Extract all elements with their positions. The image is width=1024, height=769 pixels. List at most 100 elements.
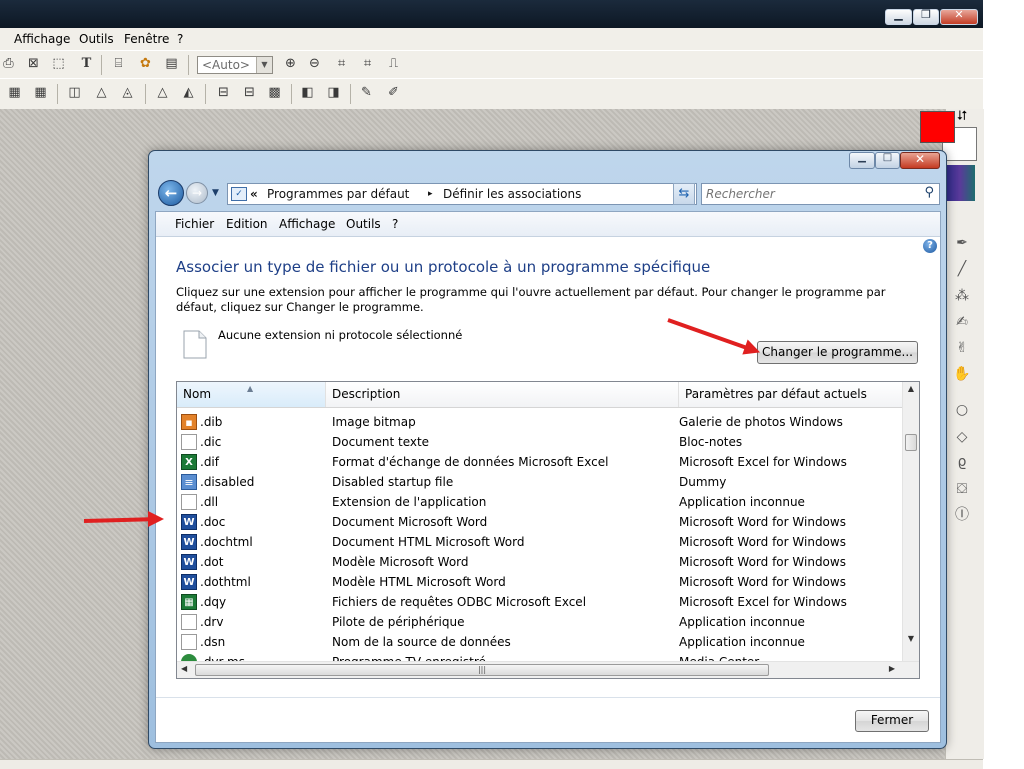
fit-window-icon[interactable]: ⌗ bbox=[333, 56, 350, 72]
hand-icon[interactable]: ✋ bbox=[952, 365, 972, 383]
back-button[interactable]: ← bbox=[158, 180, 184, 206]
grid-icon[interactable]: ▦ bbox=[6, 85, 23, 101]
line-icon[interactable]: ╱ bbox=[952, 260, 972, 278]
grid-alt-icon[interactable]: ▦ bbox=[32, 85, 49, 101]
eyedropper-icon[interactable]: ✒ bbox=[952, 234, 972, 252]
triangle-alt-icon[interactable]: ◭ bbox=[180, 85, 197, 101]
menu-outils[interactable]: Outils bbox=[79, 32, 114, 46]
menu-affichage[interactable]: Affichage bbox=[14, 32, 70, 46]
zoom-select[interactable]: <Auto> ▼ bbox=[197, 56, 273, 74]
scroll-down-icon[interactable]: ▼ bbox=[903, 634, 919, 643]
column-header-default-program[interactable]: Paramètres par défaut actuels bbox=[679, 382, 903, 407]
list-item[interactable]: .dsn Nom de la source de données Applicati… bbox=[177, 632, 903, 652]
list-item[interactable]: W .dot Modèle Microsoft Word Microsoft Word… bbox=[177, 552, 903, 572]
pattern-icon[interactable]: ▩ bbox=[266, 85, 283, 101]
breadcrumb-definir-associations[interactable]: Définir les associations bbox=[443, 187, 581, 201]
refresh-button[interactable]: ⇆ bbox=[673, 183, 695, 205]
address-bar[interactable]: ✓ « Programmes par défaut ▸ Définir les … bbox=[227, 183, 697, 205]
forward-button[interactable]: → bbox=[186, 182, 208, 204]
column-header-description[interactable]: Description bbox=[326, 382, 679, 407]
selection-icon[interactable]: ⬚ bbox=[50, 56, 67, 72]
search-input[interactable] bbox=[706, 185, 906, 202]
menu-edition[interactable]: Edition bbox=[226, 217, 268, 231]
menu-outils-dialog[interactable]: Outils bbox=[346, 217, 381, 231]
page-alt-icon[interactable]: ◨ bbox=[325, 85, 342, 101]
list-item[interactable]: W .dothtml Modèle HTML Microsoft Word Micro… bbox=[177, 572, 903, 592]
list-item[interactable]: ▦ .dqy Fichiers de requêtes ODBC Microsoft… bbox=[177, 592, 903, 612]
horizontal-scroll-thumb[interactable]: ||| bbox=[195, 664, 769, 676]
search-icon[interactable]: ⚲ bbox=[924, 185, 934, 200]
fullscreen-icon[interactable]: ⎍ bbox=[385, 56, 402, 72]
list-item[interactable]: W .doc Document Microsoft Word Microsoft Wo… bbox=[177, 512, 903, 532]
swap-colors-icon[interactable]: ⮃ bbox=[957, 109, 967, 124]
recent-pages-chevron-icon[interactable]: ▼ bbox=[212, 188, 219, 198]
layer-icon[interactable]: ◫ bbox=[66, 85, 83, 101]
menu-fenetre[interactable]: Fenêtre bbox=[124, 32, 169, 46]
list-item-description: Extension de l'application bbox=[332, 495, 487, 509]
dialog-minimize-button[interactable]: ▁ bbox=[849, 152, 875, 169]
dialog-maximize-button[interactable]: □ bbox=[875, 152, 900, 169]
close-button[interactable]: Fermer bbox=[855, 710, 929, 732]
change-program-button[interactable]: Changer le programme... bbox=[757, 341, 918, 364]
associations-list[interactable]: ▲ Nom Description Paramètres par défaut … bbox=[176, 381, 920, 679]
text-tool-icon[interactable]: T bbox=[78, 56, 95, 72]
spray-icon[interactable]: ⁂ bbox=[952, 287, 972, 305]
effects-icon[interactable]: ✿ bbox=[137, 56, 154, 72]
app-maximize-button[interactable]: ❐ bbox=[913, 8, 939, 25]
text-box-icon[interactable]: Ⓘ bbox=[952, 506, 972, 524]
column-header-nom[interactable]: ▲ Nom bbox=[177, 382, 326, 407]
scroll-left-icon[interactable]: ◀ bbox=[181, 664, 187, 673]
lasso-icon[interactable]: ϱ bbox=[952, 453, 972, 471]
search-box[interactable]: ⚲ bbox=[701, 183, 940, 205]
menu-affichage-dialog[interactable]: Affichage bbox=[279, 217, 335, 231]
help-icon[interactable]: ? bbox=[923, 239, 937, 253]
color-palette[interactable] bbox=[945, 165, 975, 201]
edit-icon[interactable]: ✎ bbox=[358, 85, 375, 101]
browser-icon[interactable]: ⌸ bbox=[110, 56, 127, 72]
scroll-up-icon[interactable]: ▲ bbox=[903, 384, 919, 393]
ellipse-icon[interactable]: ○ bbox=[952, 401, 972, 419]
clone-icon[interactable]: ✌ bbox=[952, 339, 972, 357]
shape-alt-icon[interactable]: ◬ bbox=[119, 85, 136, 101]
breadcrumb-programmes-par-defaut[interactable]: Programmes par défaut bbox=[267, 187, 409, 201]
address-overflow-chevron[interactable]: « bbox=[250, 187, 258, 201]
vertical-scrollbar[interactable]: ▲ ▼ bbox=[902, 382, 919, 661]
horizontal-scrollbar[interactable]: ◀ ||| ▶ bbox=[177, 661, 919, 678]
page-icon[interactable]: ◧ bbox=[299, 85, 316, 101]
align-alt-icon[interactable]: ⊟ bbox=[241, 85, 258, 101]
foreground-color-swatch[interactable] bbox=[920, 111, 955, 143]
zoom-in-icon[interactable]: ⊕ bbox=[282, 56, 299, 72]
scan-icon[interactable]: ⎙ bbox=[0, 56, 17, 72]
menu-fichier[interactable]: Fichier bbox=[175, 217, 214, 231]
list-item[interactable]: .drv Pilote de périphérique Application in… bbox=[177, 612, 903, 632]
list-item[interactable]: .dic Document texte Bloc-notes bbox=[177, 432, 903, 452]
desktop-edge bbox=[983, 0, 1024, 768]
menu-help-dialog[interactable]: ? bbox=[392, 217, 398, 231]
zoom-out-icon[interactable]: ⊖ bbox=[306, 56, 323, 72]
brush-icon[interactable]: ✍ bbox=[952, 313, 972, 331]
app-close-button[interactable]: ✕ bbox=[940, 8, 978, 25]
breadcrumb-separator[interactable]: ▸ bbox=[428, 189, 433, 199]
properties-icon[interactable]: ▤ bbox=[163, 56, 180, 72]
list-item[interactable]: X .dif Format d'échange de données Microso… bbox=[177, 452, 903, 472]
list-item-description: Modèle Microsoft Word bbox=[332, 555, 469, 569]
chevron-down-icon[interactable]: ▼ bbox=[256, 57, 272, 73]
vertical-scroll-thumb[interactable] bbox=[905, 434, 917, 451]
list-item[interactable]: W .dochtml Document HTML Microsoft Word Mic… bbox=[177, 532, 903, 552]
actual-size-icon[interactable]: ⌗ bbox=[359, 56, 376, 72]
scan-text-icon[interactable]: ⊠ bbox=[25, 56, 42, 72]
app-minimize-button[interactable]: ▁ bbox=[885, 8, 912, 25]
scroll-right-icon[interactable]: ▶ bbox=[889, 664, 895, 673]
fill-icon[interactable]: ⛋ bbox=[952, 480, 972, 498]
edit-alt-icon[interactable]: ✐ bbox=[385, 85, 402, 101]
diamond-icon[interactable]: ◇ bbox=[952, 428, 972, 446]
dialog-close-button[interactable]: ✕ bbox=[900, 152, 940, 169]
page-title: Associer un type de fichier ou un protoc… bbox=[176, 258, 711, 276]
list-item[interactable]: ▪ .dib Image bitmap Galerie de photos Windo… bbox=[177, 412, 903, 432]
shape-icon[interactable]: △ bbox=[93, 85, 110, 101]
triangle-icon[interactable]: △ bbox=[154, 85, 171, 101]
align-icon[interactable]: ⊟ bbox=[215, 85, 232, 101]
list-item[interactable]: .dll Extension de l'application Applicatio… bbox=[177, 492, 903, 512]
menu-help[interactable]: ? bbox=[177, 32, 183, 46]
list-item[interactable]: ≡ .disabled Disabled startup file Dummy bbox=[177, 472, 903, 492]
